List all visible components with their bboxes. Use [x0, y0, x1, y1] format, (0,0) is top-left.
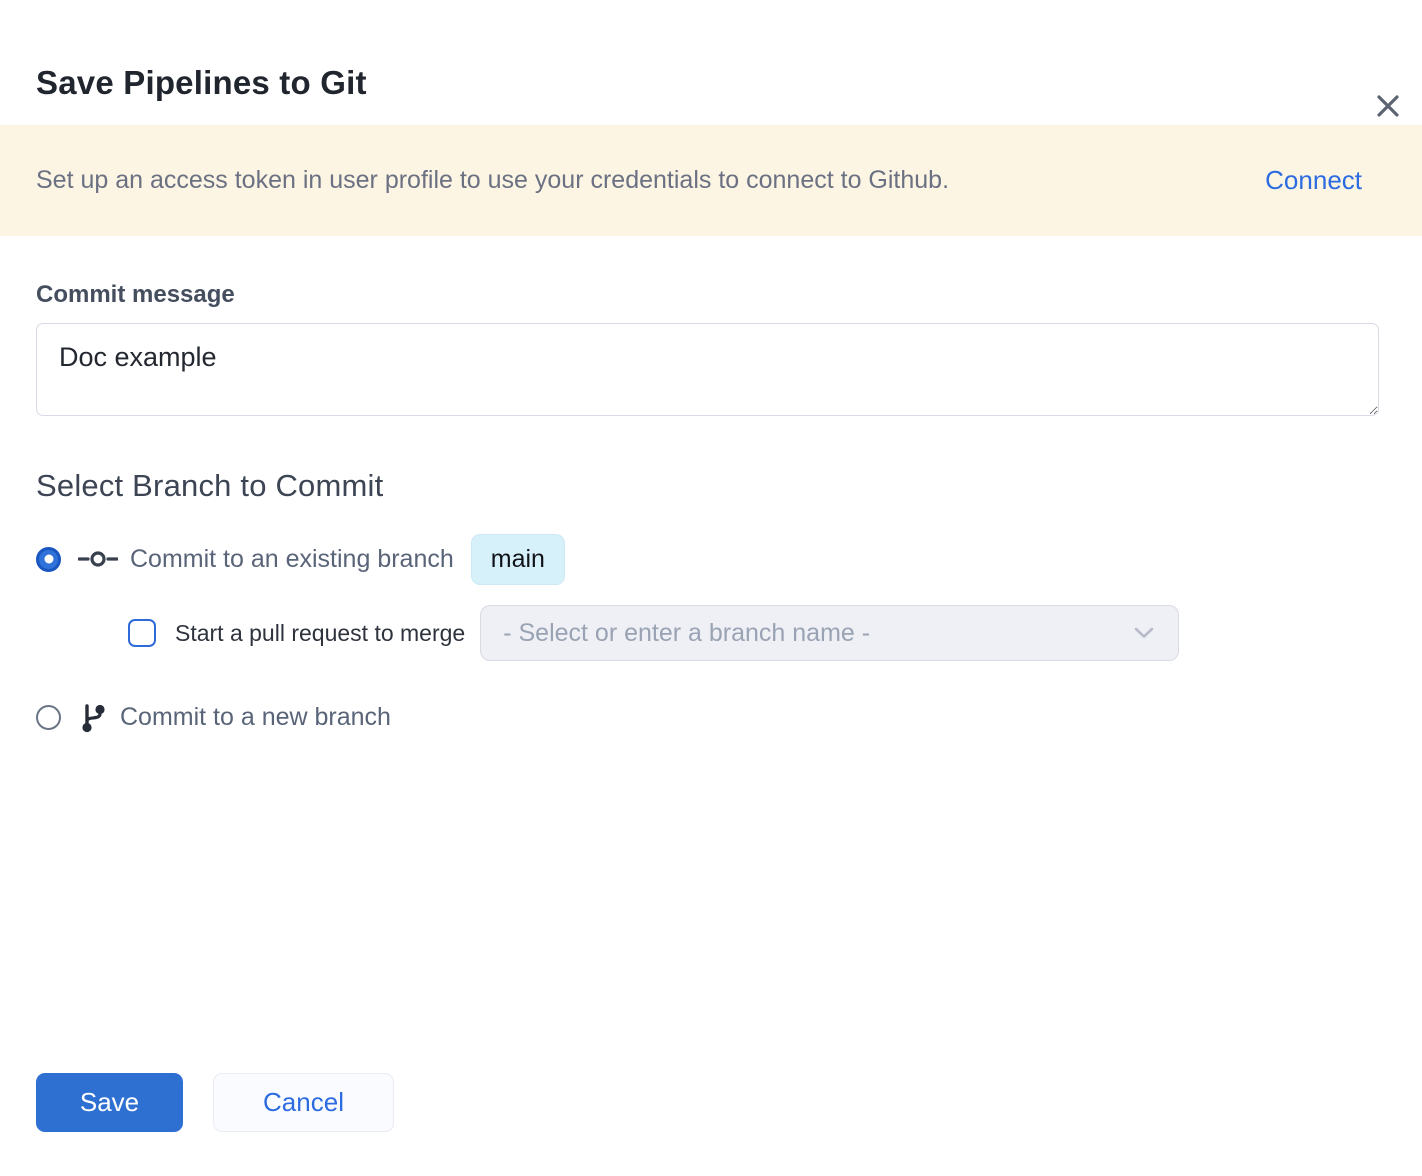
target-branch-select[interactable]: - Select or enter a branch name - [480, 605, 1179, 661]
dialog-body: Commit message Doc example Select Branch… [0, 281, 1422, 743]
save-pipelines-dialog: Save Pipelines to Git Set up an access t… [0, 60, 1422, 1176]
connect-link[interactable]: Connect [1265, 165, 1362, 196]
close-button[interactable] [1368, 86, 1408, 126]
pull-request-checkbox[interactable] [128, 619, 156, 647]
git-commit-icon [78, 548, 118, 570]
existing-branch-option: Commit to an existing branch main [36, 533, 1379, 585]
pull-request-label: Start a pull request to merge [175, 620, 465, 647]
git-branch-icon [78, 701, 108, 733]
new-branch-radio[interactable] [36, 705, 61, 730]
new-branch-label: Commit to a new branch [120, 703, 391, 732]
current-branch-badge[interactable]: main [471, 534, 565, 585]
pull-request-row: Start a pull request to merge - Select o… [128, 605, 1379, 661]
close-icon [1372, 90, 1404, 122]
commit-message-label: Commit message [36, 281, 1379, 309]
existing-branch-label: Commit to an existing branch [130, 545, 454, 574]
target-branch-placeholder: - Select or enter a branch name - [503, 619, 870, 648]
cancel-button[interactable]: Cancel [213, 1073, 394, 1132]
existing-branch-radio[interactable] [36, 547, 61, 572]
commit-message-input[interactable]: Doc example [36, 323, 1379, 416]
chevron-down-icon [1134, 627, 1154, 639]
new-branch-option: Commit to a new branch [36, 691, 1379, 743]
dialog-footer: Save Cancel [36, 1073, 394, 1132]
access-token-banner: Set up an access token in user profile t… [0, 125, 1422, 236]
dialog-title: Save Pipelines to Git [36, 60, 1386, 106]
save-button[interactable]: Save [36, 1073, 183, 1132]
branch-section-heading: Select Branch to Commit [36, 467, 1379, 505]
banner-message: Set up an access token in user profile t… [36, 166, 949, 195]
